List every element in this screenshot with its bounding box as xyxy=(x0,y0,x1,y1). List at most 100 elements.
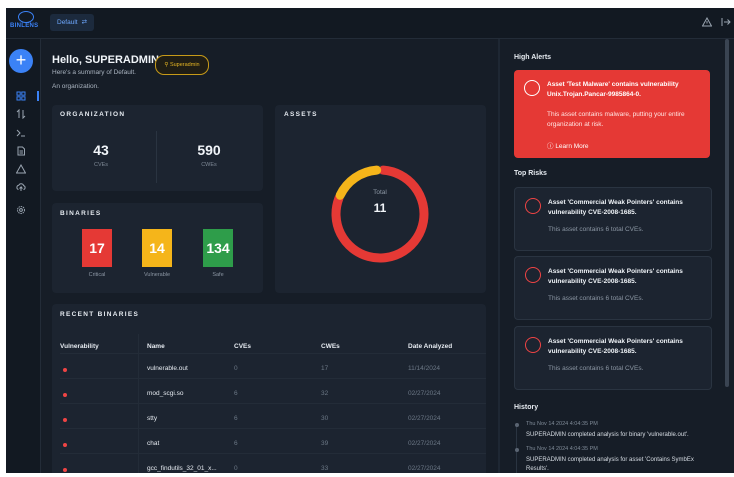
top-risks-title: Top Risks xyxy=(514,170,547,177)
cell-cves: 6 xyxy=(234,440,238,447)
cell-date: 02/27/2024 xyxy=(408,390,441,397)
cves-count: 43 xyxy=(93,142,109,158)
learn-more-link[interactable]: ⓘ Learn More xyxy=(547,140,589,150)
assets-card: ASSETS Total 11 xyxy=(275,105,486,293)
col-date-analyzed[interactable]: Date Analyzed xyxy=(408,343,452,350)
col-name[interactable]: Name xyxy=(147,343,165,350)
workspace-selector[interactable]: Default ⇄ xyxy=(50,14,95,31)
monitor-icon xyxy=(525,267,541,283)
cell-name[interactable]: stty xyxy=(147,415,157,422)
alert-body: This asset contains malware, putting you… xyxy=(547,111,685,128)
history-text: SUPERADMIN completed analysis for asset … xyxy=(526,457,694,472)
high-alerts-title: High Alerts xyxy=(514,54,552,61)
monitor-icon xyxy=(525,198,541,214)
panel-scrollbar[interactable] xyxy=(725,39,729,387)
cell-cwes: 30 xyxy=(321,415,329,422)
cell-cwes: 33 xyxy=(321,465,329,472)
cves-label: CVEs xyxy=(93,162,109,168)
vulnerable-count[interactable]: 14 xyxy=(142,229,172,267)
cell-name[interactable]: mod_scgi.so xyxy=(147,390,184,397)
row-divider xyxy=(60,453,486,454)
grid-icon[interactable] xyxy=(16,91,26,101)
warning-icon[interactable] xyxy=(16,164,26,174)
active-indicator xyxy=(37,91,39,101)
swap-icon[interactable] xyxy=(16,109,26,119)
history-title: History xyxy=(514,404,539,411)
risk-card[interactable]: Asset 'Commercial Weak Pointers' contain… xyxy=(514,187,712,251)
critical-label: Critical xyxy=(88,272,106,278)
cloud-upload-icon[interactable] xyxy=(16,182,26,192)
col-cwes[interactable]: CWEs xyxy=(321,343,340,350)
critical-count[interactable]: 17 xyxy=(82,229,112,267)
sidebar: + xyxy=(6,39,41,473)
role-badge[interactable]: ⚲ Superadmin xyxy=(155,55,209,75)
col-cves[interactable]: CVEs xyxy=(234,343,251,350)
learn-more-label: Learn More xyxy=(555,143,589,150)
cell-cwes: 17 xyxy=(321,365,329,372)
expand-icon[interactable] xyxy=(721,17,731,27)
cell-date: 02/27/2024 xyxy=(408,415,441,422)
assets-title: ASSETS xyxy=(284,111,318,118)
risk-title: Asset 'Commercial Weak Pointers' contain… xyxy=(548,338,683,355)
history-dot xyxy=(515,423,519,427)
row-divider xyxy=(60,428,486,429)
cell-name[interactable]: chat xyxy=(147,440,159,447)
risk-description: This asset contains 6 total CVEs. xyxy=(548,295,644,302)
organization-title: ORGANIZATION xyxy=(60,111,126,118)
history-date: Thu Nov 14 2024 4:04:35 PM xyxy=(526,421,598,427)
high-alert-card[interactable]: Asset 'Test Malware' contains vulnerabil… xyxy=(514,70,710,158)
divider xyxy=(156,131,157,183)
cell-cves: 0 xyxy=(234,465,238,472)
row-divider xyxy=(60,403,486,404)
risk-title: Asset 'Commercial Weak Pointers' contain… xyxy=(548,199,683,216)
recent-binaries-card: RECENT BINARIES xyxy=(52,304,486,473)
cell-date: 02/27/2024 xyxy=(408,465,441,472)
cwes-label: CWEs xyxy=(201,162,217,168)
panel-divider[interactable] xyxy=(498,39,500,473)
alert-title: Asset 'Test Malware' contains vulnerabil… xyxy=(547,81,679,98)
organization-card: ORGANIZATION 43 CVEs 590 CWEs xyxy=(52,105,263,191)
add-button[interactable]: + xyxy=(9,49,33,73)
binaries-card: BINARIES 17 Critical 14 Vulnerable 134 S… xyxy=(52,203,263,293)
row-divider xyxy=(60,353,486,354)
vulnerable-label: Vulnerable xyxy=(143,272,171,278)
risk-description: This asset contains 6 total CVEs. xyxy=(548,365,644,372)
col-vulnerability[interactable]: Vulnerability xyxy=(60,343,99,350)
cell-name[interactable]: vulnerable.out xyxy=(147,365,188,372)
donut-total-value: 11 xyxy=(373,201,387,215)
top-bar: BINLENS Default ⇄ xyxy=(6,8,734,39)
role-badge-label: Superadmin xyxy=(169,62,200,68)
app-window: BINLENS Default ⇄ + Hello, SUPERADMIN Her… xyxy=(6,8,734,473)
safe-count[interactable]: 134 xyxy=(203,229,233,267)
vulnerability-dot xyxy=(63,393,67,397)
vulnerability-dot xyxy=(63,443,67,447)
page-subtitle: Here's a summary of Default. xyxy=(52,69,136,76)
cell-cves: 0 xyxy=(234,365,238,372)
cell-cves: 6 xyxy=(234,390,238,397)
binlens-logo[interactable]: BINLENS xyxy=(10,11,42,35)
cell-cves: 6 xyxy=(234,415,238,422)
history-text: SUPERADMIN completed analysis for binary… xyxy=(526,432,689,438)
binaries-title: BINARIES xyxy=(60,210,102,217)
risk-card[interactable]: Asset 'Commercial Weak Pointers' contain… xyxy=(514,256,712,320)
settings-icon[interactable] xyxy=(16,205,26,215)
terminal-icon[interactable] xyxy=(16,128,26,138)
swap-icon: ⇄ xyxy=(81,19,88,26)
cwes-count: 590 xyxy=(197,142,221,158)
history-dot xyxy=(515,448,519,452)
vulnerability-dot xyxy=(63,468,67,472)
vulnerability-dot xyxy=(63,418,67,422)
recent-binaries-title: RECENT BINARIES xyxy=(60,311,140,318)
logo-ring-icon xyxy=(18,11,34,23)
document-icon[interactable] xyxy=(16,146,26,156)
logo-text: BINLENS xyxy=(10,23,39,29)
monitor-icon xyxy=(525,337,541,353)
page-title: Hello, SUPERADMIN xyxy=(52,54,159,66)
donut-total-label: Total xyxy=(373,189,387,196)
cell-date: 11/14/2024 xyxy=(408,365,441,372)
cell-name[interactable]: gcc_findutils_32_01_x... xyxy=(147,465,217,472)
warning-icon[interactable] xyxy=(702,17,712,27)
monitor-icon xyxy=(524,80,540,96)
row-divider xyxy=(60,378,486,379)
risk-card[interactable]: Asset 'Commercial Weak Pointers' contain… xyxy=(514,326,712,390)
